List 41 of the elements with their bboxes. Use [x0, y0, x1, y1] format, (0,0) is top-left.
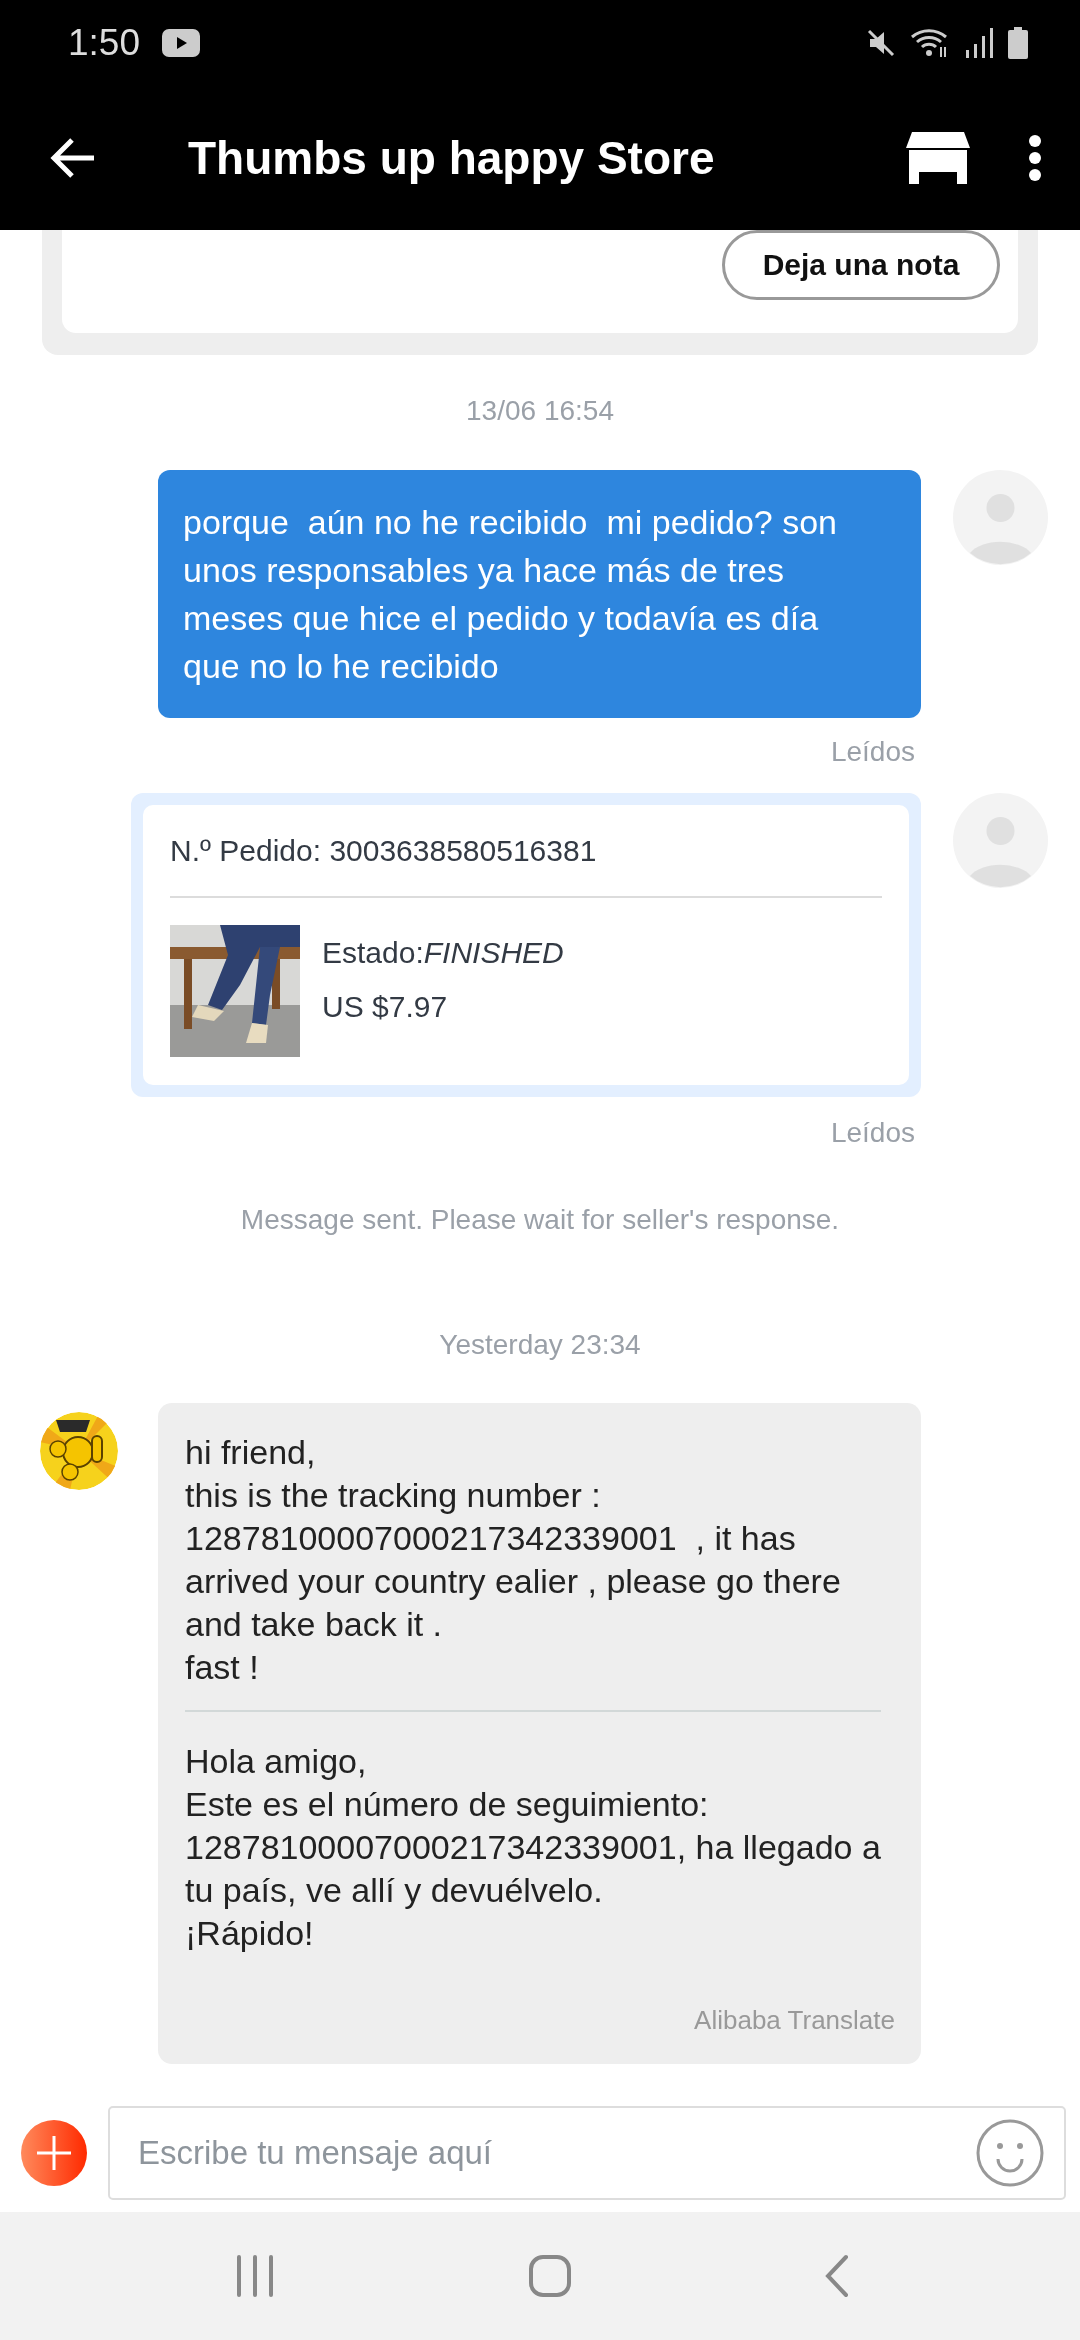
read-receipt: Leídos: [829, 1116, 916, 1150]
mute-icon: [866, 27, 896, 58]
emoji-button[interactable]: [976, 2118, 1044, 2187]
shop-icon: [906, 131, 970, 184]
read-receipt: Leídos: [829, 735, 916, 769]
more-button[interactable]: [1028, 134, 1042, 181]
message-field[interactable]: Escribe tu mensaje aquí: [136, 2132, 976, 2173]
original-text: hi friend, this is the tracking number : 12878100007000217342339001 , it has arrived your country ealier , please go there and take back it . fast !: [185, 1432, 842, 1688]
order-number: N.º Pedido: 3003638580516381: [170, 833, 598, 869]
store-button[interactable]: [906, 131, 970, 184]
smiley-icon: [976, 2118, 1044, 2187]
avatar-icon: [953, 793, 1048, 888]
battery-icon: [1008, 26, 1028, 59]
notice-text: Message sent. Please wait for seller's response.: [239, 1203, 841, 1237]
avatar-icon: [953, 470, 1048, 565]
add-button[interactable]: [21, 2119, 87, 2186]
status-time: 1:50: [68, 21, 140, 64]
status-label: Estado:: [322, 936, 424, 969]
note-button[interactable]: Deja una nota: [722, 230, 1000, 300]
recent-apps-button[interactable]: [235, 2255, 275, 2297]
back-button[interactable]: [50, 137, 96, 178]
price: US $7.97: [322, 989, 449, 1025]
status-value: FINISHED: [423, 936, 564, 969]
translated-text: Hola amigo, Este es el número de seguimiento: 12878100007000217342339001, ha llegado a tu país, ve allí y devuélvelo. ¡Rápido!: [185, 1741, 881, 1954]
back-icon: [824, 2254, 850, 2298]
more-icon: [1028, 134, 1042, 181]
order-card[interactable]: N.º Pedido: 3003638580516381 Estado:FINISHED US $7.97: [131, 793, 921, 1097]
video-app-icon: [162, 28, 200, 57]
signal-icon: [964, 27, 994, 58]
store-title: Thumbs up happy Store: [188, 130, 716, 185]
home-icon: [527, 2254, 572, 2298]
back-nav-button[interactable]: [824, 2254, 850, 2298]
recent-apps-icon: [235, 2255, 275, 2297]
home-button[interactable]: [527, 2254, 572, 2298]
plus-icon: [21, 2119, 87, 2186]
message-box[interactable]: Escribe tu mensaje aquí: [108, 2105, 1066, 2200]
back-arrow-icon: [50, 137, 96, 178]
timestamp: 13/06 16:54: [465, 394, 615, 428]
message-bubble: porque aún no he recibido mi pedido? son unos responsables ya hace más de tres meses que hice el pedido y todavía es día que no lo he recibido: [158, 470, 921, 718]
timestamp: Yesterday 23:34: [438, 1328, 642, 1362]
translate-credit: Alibaba Translate: [693, 2004, 895, 2037]
